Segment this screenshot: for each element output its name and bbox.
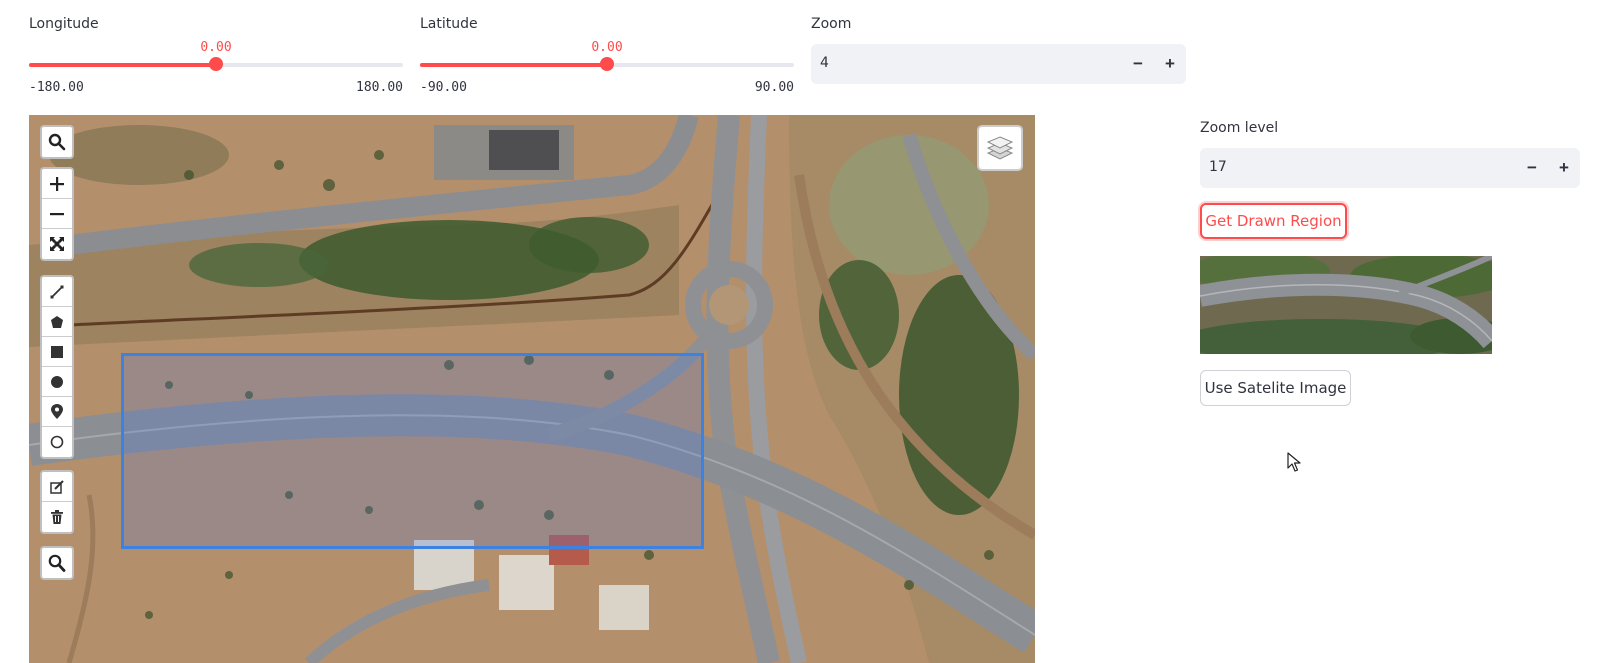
zoom-field[interactable] bbox=[820, 55, 1020, 71]
zoom-level-box: − + bbox=[1200, 148, 1580, 188]
polygon-icon[interactable] bbox=[42, 307, 72, 337]
longitude-track-fill bbox=[29, 63, 216, 67]
search-icon[interactable] bbox=[42, 127, 72, 157]
longitude-label: Longitude bbox=[29, 16, 99, 32]
rectangle-icon[interactable] bbox=[42, 337, 72, 367]
latitude-label: Latitude bbox=[420, 16, 478, 32]
trash-icon[interactable] bbox=[42, 502, 72, 532]
map-view[interactable] bbox=[29, 115, 1035, 663]
get-drawn-region-button[interactable]: Get Drawn Region bbox=[1200, 203, 1347, 239]
latitude-thumb[interactable] bbox=[600, 57, 614, 71]
zoom-level-field[interactable] bbox=[1209, 159, 1409, 175]
zoom-decrement-button[interactable]: − bbox=[1122, 44, 1154, 84]
edit-icon[interactable] bbox=[42, 472, 72, 502]
zoom-level-increment-button[interactable]: + bbox=[1548, 148, 1580, 188]
zoom-label: Zoom bbox=[811, 16, 852, 32]
longitude-thumb[interactable] bbox=[209, 57, 223, 71]
polyline-icon[interactable] bbox=[42, 277, 72, 307]
zoom-box: − + bbox=[811, 44, 1186, 84]
zoom-out-icon[interactable] bbox=[42, 199, 72, 229]
circle-icon[interactable] bbox=[42, 367, 72, 397]
marker-icon[interactable] bbox=[42, 397, 72, 427]
latitude-max: 90.00 bbox=[754, 80, 794, 95]
mouse-cursor-icon bbox=[1287, 452, 1301, 472]
circle-marker-icon[interactable] bbox=[42, 427, 72, 457]
zoom-increment-button[interactable]: + bbox=[1154, 44, 1186, 84]
drawn-region-rectangle[interactable] bbox=[121, 353, 704, 549]
zoom-in-icon[interactable] bbox=[42, 169, 72, 199]
map-geocoder-control bbox=[40, 546, 74, 580]
latitude-min: -90.00 bbox=[420, 80, 467, 95]
use-satellite-image-button[interactable]: Use Satelite Image bbox=[1200, 370, 1351, 406]
layers-icon[interactable] bbox=[977, 125, 1023, 171]
latitude-track-fill bbox=[420, 63, 607, 67]
map-search-control bbox=[40, 125, 74, 159]
map-edit-toolbar bbox=[40, 470, 74, 534]
latitude-slider[interactable]: Latitude 0.00 -90.00 90.00 bbox=[420, 0, 794, 105]
zoom-level-decrement-button[interactable]: − bbox=[1516, 148, 1548, 188]
geocoder-search-icon[interactable] bbox=[42, 548, 72, 578]
map-draw-toolbar bbox=[40, 275, 74, 459]
fullscreen-icon[interactable] bbox=[42, 229, 72, 259]
zoom-level-label: Zoom level bbox=[1200, 120, 1279, 136]
longitude-max: 180.00 bbox=[356, 80, 403, 95]
longitude-min: -180.00 bbox=[29, 80, 84, 95]
latitude-value: 0.00 bbox=[591, 40, 623, 55]
longitude-slider[interactable]: Longitude 0.00 -180.00 180.00 bbox=[29, 0, 403, 105]
zoom-level-number-input: Zoom level − + bbox=[1200, 110, 1580, 190]
zoom-number-input: Zoom − + bbox=[811, 0, 1186, 90]
map-zoom-control bbox=[40, 167, 74, 261]
longitude-value: 0.00 bbox=[200, 40, 232, 55]
drawn-region-preview-image bbox=[1200, 256, 1492, 354]
